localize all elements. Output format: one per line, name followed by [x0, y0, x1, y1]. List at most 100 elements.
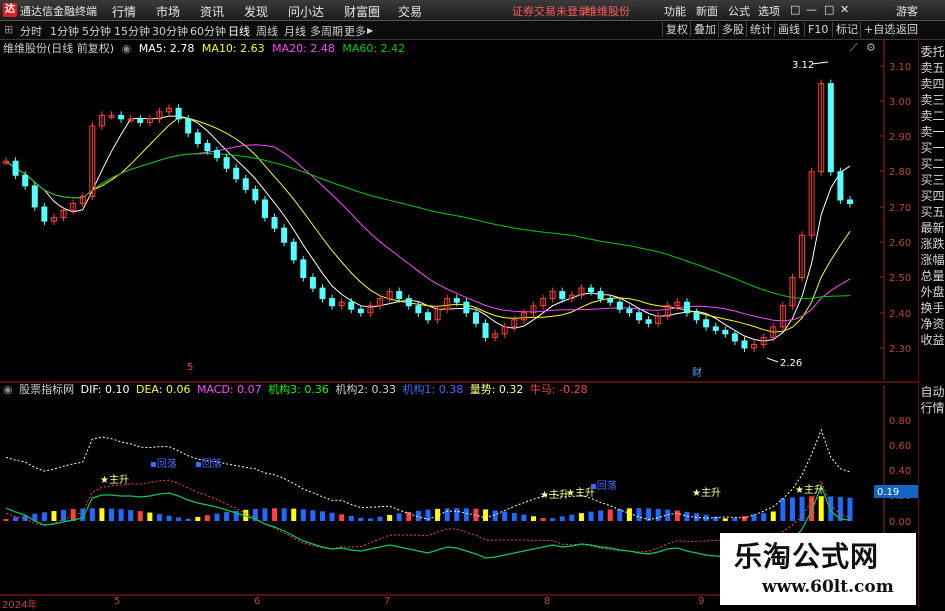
- menu-item-function[interactable]: 功能: [664, 3, 686, 19]
- sidebar-item-17[interactable]: 净资: [919, 316, 945, 332]
- menu-item-quotes[interactable]: 行情: [112, 3, 136, 20]
- indicator-bar: [454, 508, 460, 521]
- jg3-value: 机构3: 0.36: [268, 383, 329, 396]
- tool-f10-button[interactable]: F10: [804, 22, 831, 37]
- sidebar-bottom-item-1[interactable]: 行情: [919, 400, 945, 416]
- candle-body: [722, 329, 729, 335]
- period-tab-60min[interactable]: 60分钟: [190, 23, 226, 39]
- restore-icon[interactable]: □: [790, 3, 800, 16]
- candle-body: [281, 227, 288, 243]
- sidebar-item-8[interactable]: 买三: [919, 172, 945, 188]
- chevron-right-icon[interactable]: ▶: [367, 26, 373, 35]
- minimize-icon[interactable]: —: [806, 3, 817, 16]
- tool-tongji-button[interactable]: 统计: [746, 22, 775, 37]
- tool-fanhui-button[interactable]: 返回: [892, 22, 921, 37]
- chart-area[interactable]: ★主升★主升★主升 ★主升 ★主升▪回落 ▪回落▪回落 3.103.002.902.8…: [0, 40, 918, 596]
- ma5-line: [5, 115, 851, 342]
- menu-item-formula[interactable]: 公式: [728, 3, 750, 19]
- login-notice[interactable]: 证券交易未登录: [512, 3, 589, 19]
- sidebar-item-16[interactable]: 换手: [919, 300, 945, 316]
- sidebar-item-14[interactable]: 总量: [919, 268, 945, 284]
- menu-item-news[interactable]: 资讯: [200, 3, 224, 20]
- sidebar-item-13[interactable]: 涨幅: [919, 252, 945, 268]
- period-tab-multi[interactable]: 多周期: [310, 23, 343, 39]
- indicator-tick-label: 0.60: [889, 441, 911, 452]
- candle-body: [453, 298, 460, 303]
- menu-item-newpage[interactable]: 新面: [696, 3, 718, 19]
- indicator-axis-labels: 0.800.600.400.200.00: [889, 416, 911, 528]
- tool-duogu-button[interactable]: 多股: [718, 22, 747, 37]
- sidebar-item-4[interactable]: 卖二: [919, 108, 945, 124]
- sidebar-item-0[interactable]: 委托: [919, 44, 945, 60]
- close-icon[interactable]: ✕: [840, 3, 849, 16]
- indicator-name[interactable]: 股票指标网: [19, 383, 74, 396]
- period-tab-fenshi[interactable]: 分时: [20, 23, 42, 39]
- indicator-bar: [569, 514, 575, 521]
- price-tick-label: 2.80: [889, 167, 911, 178]
- indicator-bar: [540, 518, 546, 521]
- sidebar-item-2[interactable]: 卖四: [919, 76, 945, 92]
- sidebar-item-9[interactable]: 买四: [919, 188, 945, 204]
- period-tab-30min[interactable]: 30分钟: [152, 23, 188, 39]
- pin-icon[interactable]: ⊞: [4, 23, 13, 36]
- candle-body: [261, 199, 268, 219]
- menu-item-market[interactable]: 市场: [156, 3, 180, 20]
- candle-body: [194, 132, 201, 145]
- menu-item-wealth[interactable]: 财富圈: [344, 3, 380, 20]
- sidebar-item-15[interactable]: 外盘: [919, 284, 945, 300]
- sidebar-item-10[interactable]: 买五: [919, 204, 945, 220]
- right-sidebar: 委托 卖五 卖四 卖三 卖二 卖一 买一 买二 买三 买四 买五 最新 涨跌 涨幅 总量 外盘 换手 净资 收益 自…: [918, 40, 945, 609]
- sidebar-item-1[interactable]: 卖五: [919, 60, 945, 76]
- liangshi-value: 量势: 0.32: [469, 383, 524, 396]
- candle-body: [214, 150, 220, 159]
- menu-item-trade[interactable]: 交易: [398, 3, 422, 20]
- candle-body: [223, 157, 230, 169]
- candle-body: [415, 305, 422, 314]
- period-tab-5min[interactable]: 5分钟: [82, 23, 111, 39]
- indicator-bar: [147, 512, 153, 521]
- indicator-bar: [598, 510, 604, 521]
- menu-item-options[interactable]: 选项: [758, 3, 780, 19]
- candle-body: [472, 312, 479, 324]
- tool-fuquan-button[interactable]: 复权: [662, 22, 691, 37]
- period-tab-daily[interactable]: 日线: [228, 23, 250, 39]
- menu-item-discover[interactable]: 发现: [244, 3, 268, 20]
- sidebar-item-5[interactable]: 卖一: [919, 124, 945, 140]
- sidebar-item-12[interactable]: 涨跌: [919, 236, 945, 252]
- sidebar-item-18[interactable]: 收益: [919, 332, 945, 348]
- tool-huaxian-button[interactable]: 画线: [774, 22, 803, 37]
- indicator-bar: [195, 516, 201, 521]
- indicator-tick-label: 0.00: [889, 517, 911, 528]
- sidebar-item-3[interactable]: 卖三: [919, 92, 945, 108]
- indicator-bar: [156, 514, 162, 521]
- sidebar-item-6[interactable]: 买一: [919, 140, 945, 156]
- period-tab-more[interactable]: 更多: [344, 23, 366, 39]
- indicator-tick-label: 0.80: [889, 416, 911, 427]
- indicator-bar: [607, 509, 613, 521]
- indicator-bar: [320, 511, 325, 521]
- candle-body: [607, 298, 614, 303]
- candle-body: [41, 206, 48, 222]
- guest-label[interactable]: 游客: [896, 3, 918, 19]
- sidebar-bottom-item-0[interactable]: 自动: [919, 384, 945, 400]
- tool-biaoji-button[interactable]: 标记: [832, 22, 861, 37]
- indicator-bar: [780, 498, 786, 521]
- jg2-value: 机构2: 0.33: [335, 383, 397, 396]
- indicator-bar: [742, 516, 747, 521]
- indicator-bar: [137, 511, 143, 521]
- period-tab-monthly[interactable]: 月线: [284, 23, 306, 39]
- tool-diejia-button[interactable]: 叠加: [690, 22, 719, 37]
- period-tab-1min[interactable]: 1分钟: [50, 23, 79, 39]
- period-tab-weekly[interactable]: 周线: [256, 23, 278, 39]
- period-tab-15min[interactable]: 15分钟: [114, 23, 150, 39]
- menu-item-ask[interactable]: 问小达: [288, 3, 324, 20]
- indicator-settings-icon[interactable]: ◉: [3, 383, 13, 396]
- sidebar-item-7[interactable]: 买二: [919, 156, 945, 172]
- date-label-8: 8: [544, 596, 551, 607]
- candle-body: [425, 312, 431, 321]
- event-mark-cai[interactable]: 财: [692, 366, 702, 379]
- sidebar-item-11[interactable]: 最新: [919, 220, 945, 236]
- indicator-bar: [281, 508, 287, 521]
- maximize-icon[interactable]: □: [824, 3, 834, 16]
- indicator-bar: [463, 508, 469, 521]
